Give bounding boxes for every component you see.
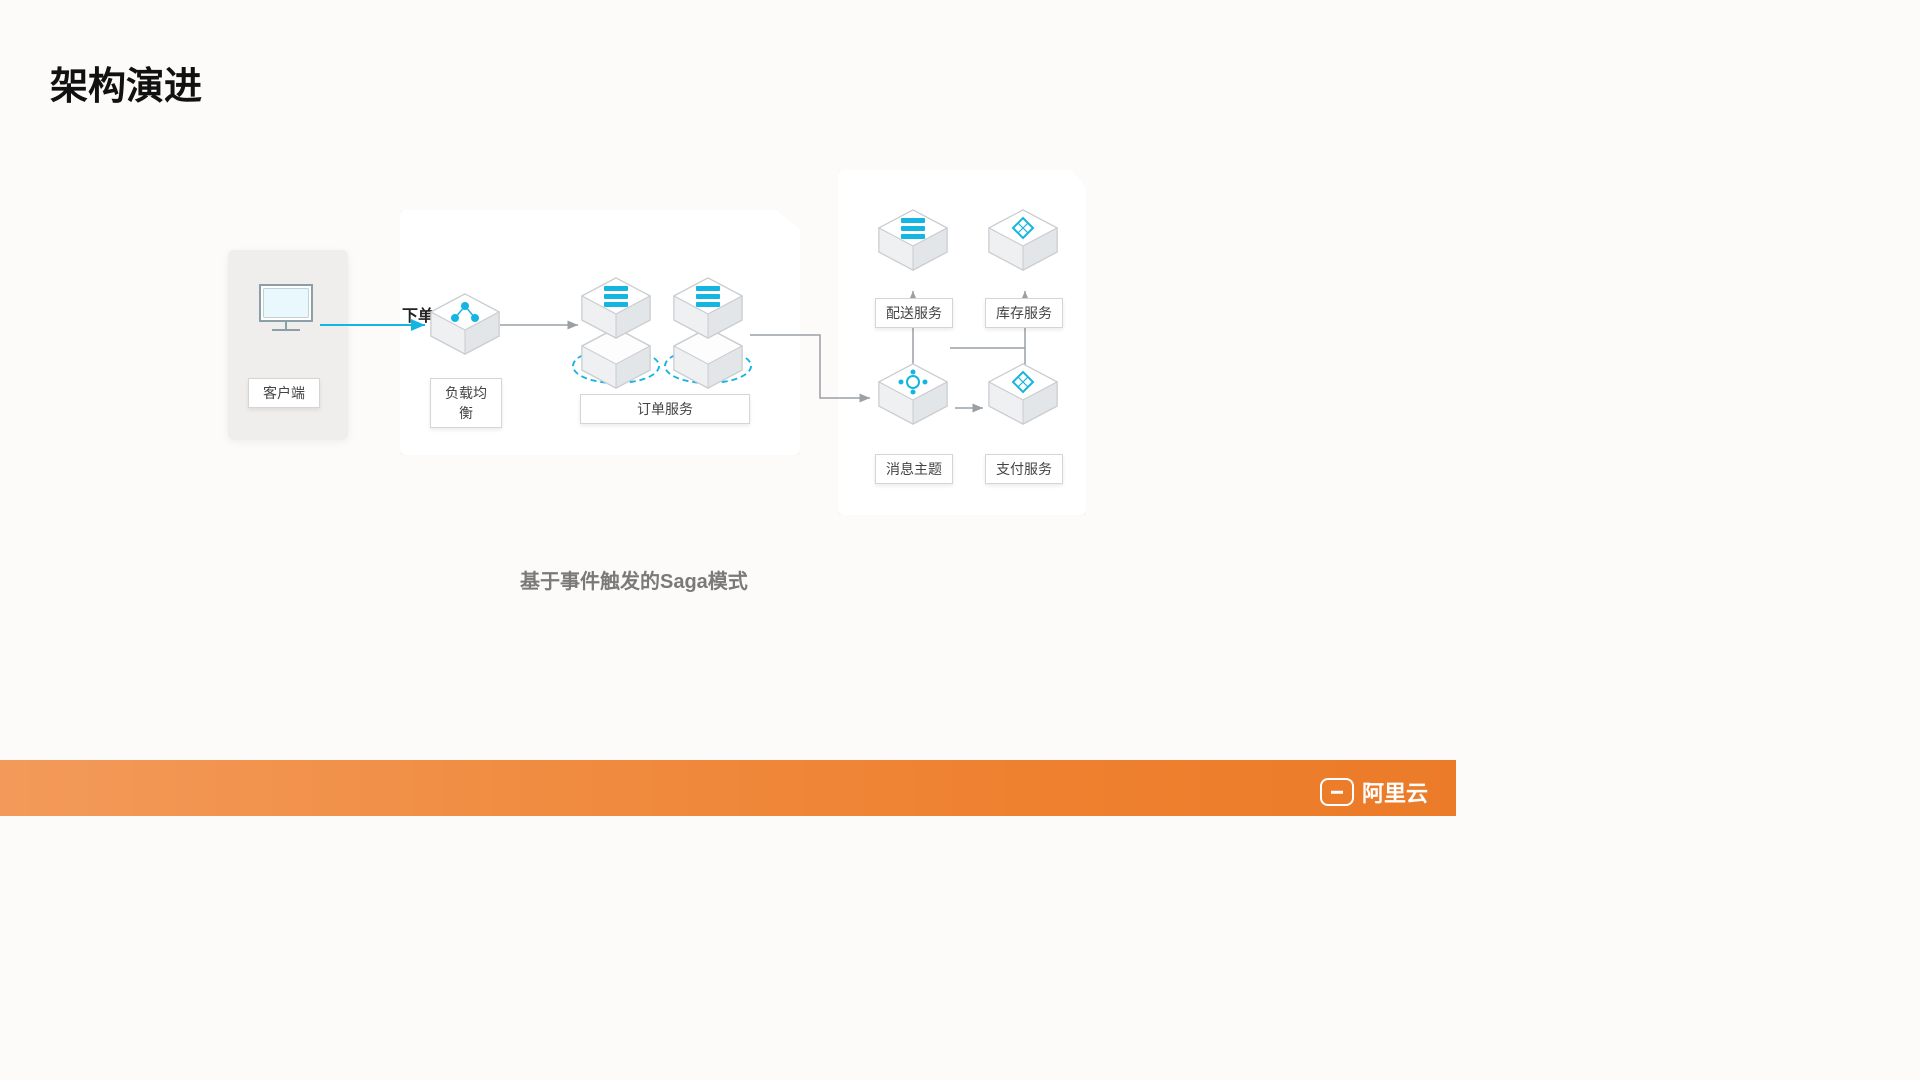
inventory-label: 库存服务 bbox=[985, 298, 1063, 328]
order-service-label: 订单服务 bbox=[580, 394, 750, 424]
payment-label: 支付服务 bbox=[985, 454, 1063, 484]
payment-node bbox=[985, 362, 1061, 426]
footer-bar: 阿里云 bbox=[0, 760, 1456, 816]
group-panel-client bbox=[228, 250, 348, 440]
architecture-diagram: 客户端 下单 负载均衡 bbox=[220, 170, 1090, 530]
slide-title: 架构演进 bbox=[50, 55, 202, 110]
client-node bbox=[250, 280, 322, 345]
client-label: 客户端 bbox=[248, 378, 320, 408]
monitor-icon bbox=[250, 280, 322, 340]
delivery-node bbox=[875, 208, 951, 272]
inventory-node bbox=[985, 208, 1061, 272]
footer-logo: 阿里云 bbox=[1320, 776, 1428, 808]
delivery-label: 配送服务 bbox=[875, 298, 953, 328]
aliyun-logo-icon bbox=[1320, 778, 1354, 806]
order-server-2 bbox=[670, 276, 746, 340]
message-topic-node bbox=[875, 362, 951, 426]
message-topic-label: 消息主题 bbox=[875, 454, 953, 484]
load-balancer-label: 负载均衡 bbox=[430, 378, 502, 428]
footer-brand-text: 阿里云 bbox=[1362, 776, 1428, 808]
order-server-1 bbox=[578, 276, 654, 340]
load-balancer-node bbox=[427, 292, 503, 356]
diagram-caption: 基于事件触发的Saga模式 bbox=[520, 565, 748, 594]
